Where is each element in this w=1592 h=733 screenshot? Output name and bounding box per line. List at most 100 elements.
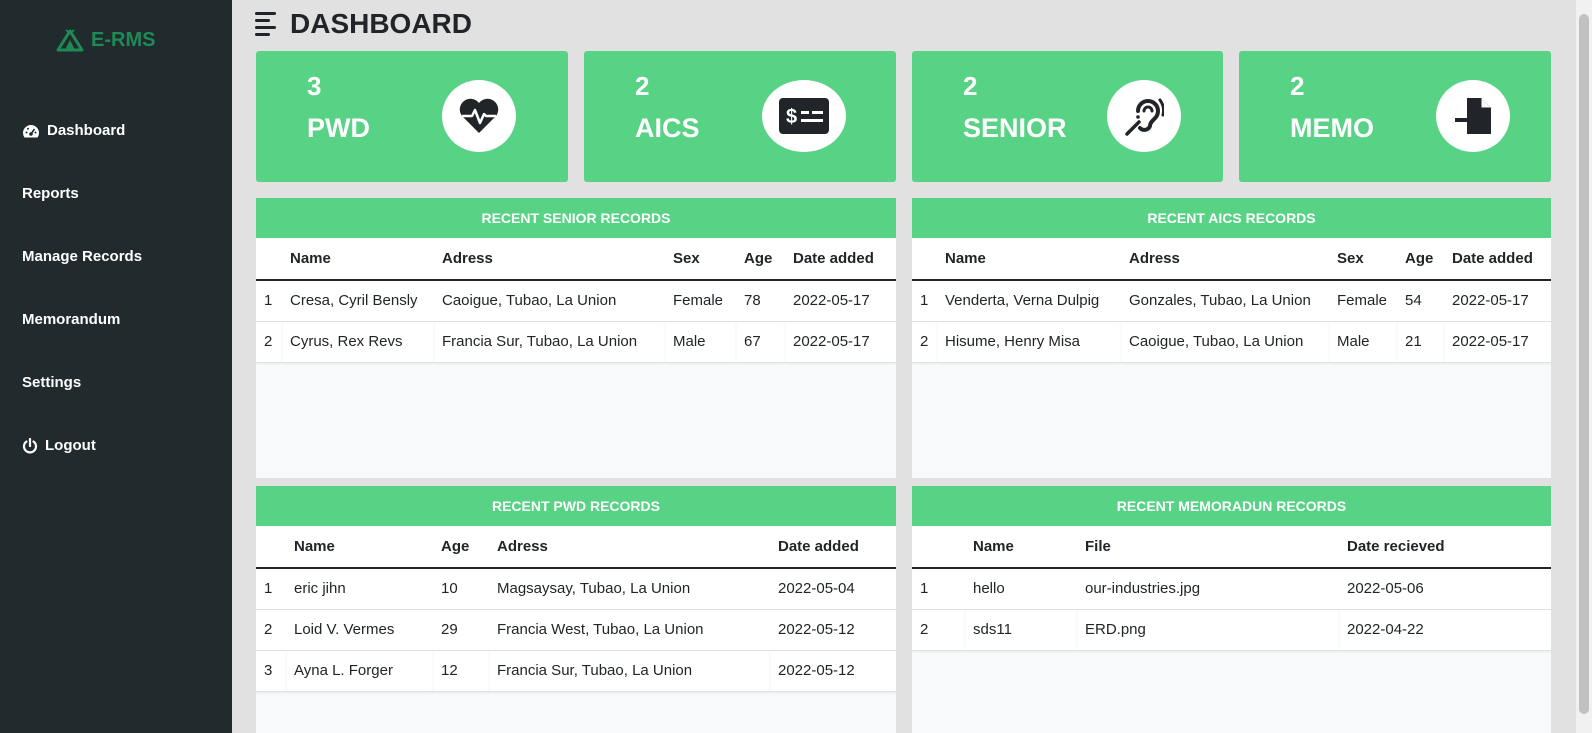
card-icon-circle bbox=[1107, 80, 1181, 152]
scrollbar-thumb[interactable] bbox=[1579, 14, 1589, 714]
sidebar-item-label: Reports bbox=[22, 185, 79, 202]
aics-table: Name Adress Sex Age Date added 1 Vendert… bbox=[912, 238, 1551, 363]
column-header: Age bbox=[736, 238, 785, 281]
sidebar-item-label: Dashboard bbox=[47, 122, 126, 139]
column-header: Sex bbox=[1329, 238, 1397, 281]
column-header: Date recieved bbox=[1339, 526, 1551, 569]
table-row: 3 Ayna L. Forger 12 Francia Sur, Tubao, … bbox=[256, 650, 896, 692]
page-scrollbar[interactable] bbox=[1576, 0, 1592, 733]
table-cell: ERD.png bbox=[1077, 609, 1339, 651]
svg-text:$: $ bbox=[786, 106, 797, 128]
column-header: Age bbox=[433, 526, 489, 569]
table-cell: 2022-05-12 bbox=[770, 609, 896, 651]
power-icon bbox=[22, 437, 38, 453]
table-cell: 67 bbox=[736, 321, 785, 363]
table-cell: Caoigue, Tubao, La Union bbox=[434, 280, 665, 322]
column-header: Date added bbox=[770, 526, 896, 569]
table-cell: 54 bbox=[1397, 280, 1444, 322]
card-label: AICS bbox=[635, 113, 700, 143]
table-cell: hello bbox=[965, 568, 1077, 610]
table-row: 2 Loid V. Vermes 29 Francia West, Tubao,… bbox=[256, 609, 896, 651]
column-header bbox=[912, 238, 937, 281]
tachometer-icon bbox=[23, 124, 39, 137]
sidebar-item-label: Memorandum bbox=[22, 311, 121, 328]
table-row: 1 hello our-industries.jpg 2022-05-06 bbox=[912, 568, 1551, 610]
table-header-row: Name Adress Sex Age Date added bbox=[256, 238, 896, 281]
sidebar-item-label: Settings bbox=[22, 374, 82, 391]
card-senior[interactable]: 2 SENIOR bbox=[912, 51, 1223, 182]
column-header: Sex bbox=[665, 238, 736, 281]
column-header: File bbox=[1077, 526, 1339, 569]
table-cell: 2 bbox=[256, 609, 286, 651]
table-cell: Female bbox=[1329, 280, 1397, 322]
table-cell: 10 bbox=[433, 568, 489, 610]
table-row: 1 eric jihn 10 Magsaysay, Tubao, La Unio… bbox=[256, 568, 896, 610]
page-title: DASHBOARD bbox=[290, 8, 472, 39]
recent-pwd-panel: RECENT PWD RECORDS Name Age Adress Date … bbox=[256, 486, 896, 733]
money-check-icon: $ bbox=[779, 98, 829, 134]
table-cell: our-industries.jpg bbox=[1077, 568, 1339, 610]
column-header: Adress bbox=[434, 238, 665, 281]
table-cell: 2022-05-17 bbox=[785, 321, 896, 363]
table-cell: 2022-05-06 bbox=[1339, 568, 1551, 610]
table-row: 1 Venderta, Verna Dulpig Gonzales, Tubao… bbox=[912, 280, 1551, 322]
table-cell: 2 bbox=[912, 609, 965, 651]
panel-title: RECENT AICS RECORDS bbox=[912, 198, 1551, 238]
sidebar: E-RMS Dashboard Reports Manage Records M… bbox=[0, 0, 232, 733]
card-count: 3 bbox=[307, 71, 322, 101]
recent-aics-panel: RECENT AICS RECORDS Name Adress Sex Age … bbox=[912, 198, 1551, 478]
panel-title: RECENT SENIOR RECORDS bbox=[256, 198, 896, 238]
file-import-icon bbox=[1455, 98, 1491, 134]
table-cell: 2022-05-17 bbox=[1444, 280, 1551, 322]
table-cell: Caoigue, Tubao, La Union bbox=[1121, 321, 1329, 363]
table-cell: 2022-05-17 bbox=[785, 280, 896, 322]
table-cell: 2022-05-17 bbox=[1444, 321, 1551, 363]
table-header-row: Name File Date recieved bbox=[912, 526, 1551, 569]
sidebar-item-dashboard[interactable]: Dashboard bbox=[22, 122, 125, 139]
page-header: DASHBOARD bbox=[255, 8, 472, 40]
table-cell: 78 bbox=[736, 280, 785, 322]
table-cell: 29 bbox=[433, 609, 489, 651]
senior-table: Name Adress Sex Age Date added 1 Cresa, … bbox=[256, 238, 896, 363]
card-aics[interactable]: 2 AICS $ bbox=[584, 51, 896, 182]
sidebar-item-memorandum[interactable]: Memorandum bbox=[22, 311, 120, 328]
card-count: 2 bbox=[963, 71, 978, 101]
table-cell: 1 bbox=[256, 280, 282, 322]
column-header bbox=[256, 238, 282, 281]
card-memo[interactable]: 2 MEMO bbox=[1239, 51, 1551, 182]
sidebar-item-label: Manage Records bbox=[22, 248, 143, 265]
panel-title: RECENT PWD RECORDS bbox=[256, 486, 896, 526]
assistive-listening-icon bbox=[1125, 98, 1164, 136]
table-header-row: Name Adress Sex Age Date added bbox=[912, 238, 1551, 281]
sidebar-item-reports[interactable]: Reports bbox=[22, 185, 79, 202]
table-row: 2 sds11 ERD.png 2022-04-22 bbox=[912, 609, 1551, 651]
menu-toggle-icon[interactable] bbox=[255, 12, 276, 36]
table-cell: Hisume, Henry Misa bbox=[937, 321, 1121, 363]
table-cell: Cresa, Cyril Bensly bbox=[282, 280, 434, 322]
sidebar-item-settings[interactable]: Settings bbox=[22, 374, 81, 391]
recent-memo-panel: RECENT MEMORADUN RECORDS Name File Date … bbox=[912, 486, 1551, 733]
table-cell: Francia Sur, Tubao, La Union bbox=[434, 321, 665, 363]
column-header bbox=[912, 526, 965, 569]
table-cell: 1 bbox=[912, 280, 937, 322]
column-header: Adress bbox=[489, 526, 770, 569]
table-cell: Male bbox=[665, 321, 736, 363]
table-cell: 2022-05-12 bbox=[770, 650, 896, 692]
table-cell: Gonzales, Tubao, La Union bbox=[1121, 280, 1329, 322]
table-cell: Cyrus, Rex Revs bbox=[282, 321, 434, 363]
table-cell: 12 bbox=[433, 650, 489, 692]
brand-logo[interactable]: E-RMS bbox=[55, 28, 155, 52]
table-header-row: Name Age Adress Date added bbox=[256, 526, 896, 569]
column-header: Adress bbox=[1121, 238, 1329, 281]
card-count: 2 bbox=[635, 71, 650, 101]
card-icon-circle bbox=[442, 80, 516, 152]
card-count: 2 bbox=[1290, 71, 1305, 101]
table-cell: 3 bbox=[256, 650, 286, 692]
table-cell: 2022-04-22 bbox=[1339, 609, 1551, 651]
sidebar-item-manage-records[interactable]: Manage Records bbox=[22, 248, 142, 265]
table-cell: Francia Sur, Tubao, La Union bbox=[489, 650, 770, 692]
table-cell: 2 bbox=[912, 321, 937, 363]
sidebar-item-logout[interactable]: Logout bbox=[22, 437, 96, 454]
table-cell: Venderta, Verna Dulpig bbox=[937, 280, 1121, 322]
card-pwd[interactable]: 3 PWD bbox=[256, 51, 568, 182]
